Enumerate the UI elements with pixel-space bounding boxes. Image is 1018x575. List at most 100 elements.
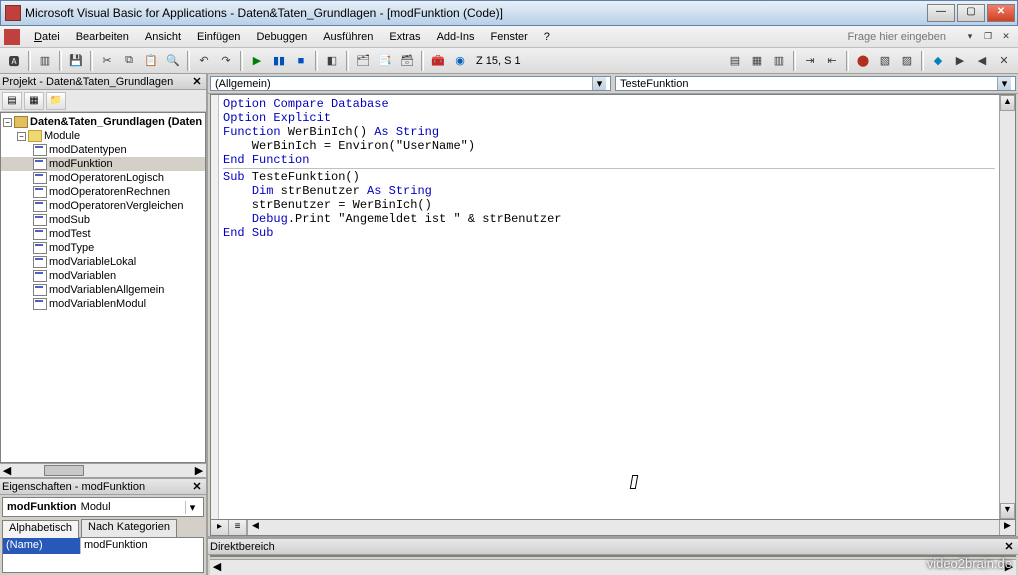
close-button[interactable]: ✕ xyxy=(987,4,1015,22)
module-icon xyxy=(33,242,47,254)
save-icon[interactable]: 💾 xyxy=(66,51,86,71)
tree-module-modVariablenAllgemein[interactable]: modVariablenAllgemein xyxy=(1,283,205,297)
procedure-dropdown[interactable]: TesteFunktion ▾ xyxy=(615,76,1016,91)
param-info-icon[interactable]: ▥ xyxy=(769,51,789,71)
immediate-text[interactable] xyxy=(210,555,1016,557)
procedure-view-icon[interactable]: ▸ xyxy=(211,520,229,535)
project-root[interactable]: Daten&Taten_Grundlagen (Daten xyxy=(30,116,202,128)
chevron-down-icon[interactable]: ▾ xyxy=(592,77,606,90)
chevron-down-icon[interactable]: ▾ xyxy=(997,77,1011,90)
scroll-up-icon[interactable]: ▲ xyxy=(1000,95,1015,111)
module-icon xyxy=(33,144,47,156)
toolbox-icon[interactable]: 🧰 xyxy=(428,51,448,71)
scroll-right-icon[interactable]: ▶ xyxy=(999,520,1015,535)
tree-module-modVariablenModul[interactable]: modVariablenModul xyxy=(1,297,205,311)
module-icon xyxy=(33,214,47,226)
help-search-input[interactable] xyxy=(830,31,950,43)
code-hscroll-bar[interactable]: ▸ ≡ ◀ ▶ xyxy=(210,520,1016,536)
code-margin[interactable] xyxy=(211,95,219,519)
next-bookmark-icon[interactable]: ▶ xyxy=(950,51,970,71)
tree-module-modOperatorenRechnen[interactable]: modOperatorenRechnen xyxy=(1,185,205,199)
comment-icon[interactable]: ▧ xyxy=(875,51,895,71)
prop-name-value[interactable]: modFunktion xyxy=(81,538,203,554)
view-code-icon[interactable]: ▤ xyxy=(2,92,22,110)
scroll-down-icon[interactable]: ▼ xyxy=(1000,503,1015,519)
uncomment-icon[interactable]: ▨ xyxy=(897,51,917,71)
menu-window[interactable]: Fenster xyxy=(482,29,535,45)
menu-run[interactable]: Ausführen xyxy=(315,29,381,45)
outdent-icon[interactable]: ⇤ xyxy=(822,51,842,71)
project-explorer-icon[interactable]: 🗂 xyxy=(353,51,373,71)
project-pane-close-icon[interactable]: ✕ xyxy=(190,75,204,88)
redo-icon[interactable]: ↷ xyxy=(216,51,236,71)
menu-file[interactable]: Datei xyxy=(26,29,68,45)
properties-window-icon[interactable]: 📑 xyxy=(375,51,395,71)
chevron-down-icon[interactable]: ▾ xyxy=(185,501,199,514)
module-icon xyxy=(33,158,47,170)
scroll-left-icon[interactable]: ◀ xyxy=(247,520,263,535)
properties-object-combo[interactable]: modFunktion Modul ▾ xyxy=(2,497,204,517)
immediate-hscroll[interactable]: ◀▶ xyxy=(210,559,1016,575)
menu-edit[interactable]: Bearbeiten xyxy=(68,29,137,45)
view-object-icon[interactable]: ▦ xyxy=(24,92,44,110)
tree-module-modDatentypen[interactable]: modDatentypen xyxy=(1,143,205,157)
quick-info-icon[interactable]: ▦ xyxy=(747,51,767,71)
view-access-icon[interactable]: 🅰 xyxy=(4,51,24,71)
full-module-view-icon[interactable]: ≡ xyxy=(229,520,247,535)
immediate-close-icon[interactable]: ✕ xyxy=(1002,540,1016,553)
mdi-close-button[interactable]: ✕ xyxy=(998,30,1014,44)
code-vscroll[interactable]: ▲ ▼ xyxy=(999,95,1015,519)
immediate-window: Direktbereich ✕ ◀▶ xyxy=(208,536,1018,575)
tree-module-modSub[interactable]: modSub xyxy=(1,213,205,227)
list-members-icon[interactable]: ▤ xyxy=(725,51,745,71)
project-tree[interactable]: −Daten&Taten_Grundlagen (Daten −Module m… xyxy=(0,112,206,463)
minimize-button[interactable]: — xyxy=(927,4,955,22)
clear-bookmarks-icon[interactable]: ✕ xyxy=(994,51,1014,71)
mdi-restore-button[interactable]: ❐ xyxy=(980,30,996,44)
modules-folder[interactable]: Module xyxy=(44,130,80,142)
properties-grid[interactable]: (Name) modFunktion xyxy=(2,537,204,573)
undo-icon[interactable]: ↶ xyxy=(194,51,214,71)
insert-module-icon[interactable]: ▥ xyxy=(35,51,55,71)
run-icon[interactable]: ▶ xyxy=(247,51,267,71)
prev-bookmark-icon[interactable]: ◀ xyxy=(972,51,992,71)
mdi-minimize-button[interactable]: ▾ xyxy=(962,30,978,44)
menu-insert[interactable]: Einfügen xyxy=(189,29,248,45)
find-icon[interactable]: 🔍 xyxy=(163,51,183,71)
object-dropdown[interactable]: (Allgemein) ▾ xyxy=(210,76,611,91)
code-text[interactable]: Option Compare DatabaseOption ExplicitFu… xyxy=(219,95,999,519)
reset-icon[interactable]: ■ xyxy=(291,51,311,71)
breakpoint-icon[interactable]: ⬤ xyxy=(853,51,873,71)
tab-alphabetical[interactable]: Alphabetisch xyxy=(2,520,79,538)
window-titlebar: Microsoft Visual Basic for Applications … xyxy=(0,0,1018,26)
module-icon xyxy=(33,186,47,198)
toggle-folders-icon[interactable]: 📁 xyxy=(46,92,66,110)
bookmark-icon[interactable]: ◆ xyxy=(928,51,948,71)
properties-pane-close-icon[interactable]: ✕ xyxy=(190,480,204,493)
maximize-button[interactable]: ▢ xyxy=(957,4,985,22)
help-icon[interactable]: ◉ xyxy=(450,51,470,71)
indent-icon[interactable]: ⇥ xyxy=(800,51,820,71)
code-editor[interactable]: Option Compare DatabaseOption ExplicitFu… xyxy=(210,94,1016,520)
tab-categorized[interactable]: Nach Kategorien xyxy=(81,519,177,537)
paste-icon[interactable]: 📋 xyxy=(141,51,161,71)
tree-module-modFunktion[interactable]: modFunktion xyxy=(1,157,205,171)
project-tree-hscroll[interactable]: ◀▶ xyxy=(0,463,206,477)
menu-extras[interactable]: Extras xyxy=(381,29,428,45)
break-icon[interactable]: ▮▮ xyxy=(269,51,289,71)
tree-module-modVariableLokal[interactable]: modVariableLokal xyxy=(1,255,205,269)
module-icon xyxy=(33,298,47,310)
menu-addins[interactable]: Add-Ins xyxy=(429,29,483,45)
object-browser-icon[interactable]: 🗃 xyxy=(397,51,417,71)
menu-view[interactable]: Ansicht xyxy=(137,29,189,45)
design-mode-icon[interactable]: ◧ xyxy=(322,51,342,71)
tree-module-modVariablen[interactable]: modVariablen xyxy=(1,269,205,283)
menu-help[interactable]: ? xyxy=(536,29,558,45)
tree-module-modTest[interactable]: modTest xyxy=(1,227,205,241)
tree-module-modType[interactable]: modType xyxy=(1,241,205,255)
copy-icon[interactable]: ⧉ xyxy=(119,51,139,71)
cut-icon[interactable]: ✂ xyxy=(97,51,117,71)
tree-module-modOperatorenVergleichen[interactable]: modOperatorenVergleichen xyxy=(1,199,205,213)
menu-debug[interactable]: Debuggen xyxy=(248,29,315,45)
tree-module-modOperatorenLogisch[interactable]: modOperatorenLogisch xyxy=(1,171,205,185)
